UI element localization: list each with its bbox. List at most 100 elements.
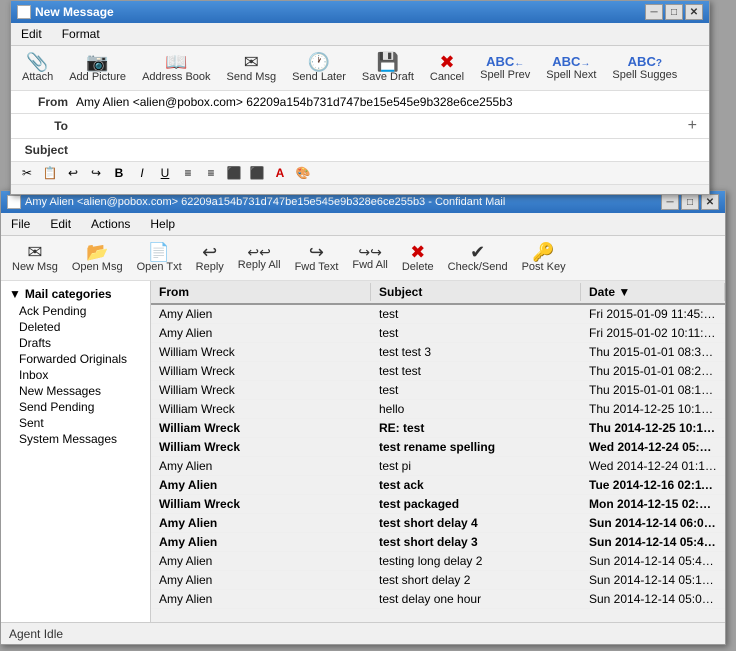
col-header-date[interactable]: Date ▼ [581, 283, 725, 301]
sidebar-item-forwarded-originals[interactable]: Forwarded Originals [1, 351, 150, 367]
send-msg-button[interactable]: ✉ Send Msg [222, 50, 282, 86]
compose-menu-edit[interactable]: Edit [17, 25, 46, 43]
reply-icon: ↩ [202, 243, 217, 261]
subject-input[interactable] [74, 142, 701, 158]
sidebar-item-inbox[interactable]: Inbox [1, 367, 150, 383]
spell-suggest-button[interactable]: ABC? Spell Sugges [607, 52, 682, 84]
email-date: Sun 2014-12-14 05:46:01 PM [581, 533, 725, 551]
email-from: William Wreck [151, 400, 371, 418]
col-header-subject[interactable]: Subject [371, 283, 581, 301]
align-center-btn[interactable]: ≡ [201, 164, 221, 182]
cut-btn[interactable]: ✂ [17, 164, 37, 182]
bold-btn[interactable]: B [109, 164, 129, 182]
reply-all-button[interactable]: ↩↩ Reply All [233, 242, 286, 274]
italic-btn[interactable]: I [132, 164, 152, 182]
compose-menu-format[interactable]: Format [58, 25, 104, 43]
open-txt-button[interactable]: 📄 Open Txt [132, 240, 187, 276]
to-plus-btn[interactable]: + [684, 117, 701, 135]
email-subject: hello [371, 400, 581, 418]
main-close-btn[interactable]: ✕ [701, 194, 719, 210]
main-minimize-btn[interactable]: ─ [661, 194, 679, 210]
main-menu-actions[interactable]: Actions [87, 215, 134, 233]
from-label: From [19, 95, 74, 109]
col-header-date-label: Date ▼ [589, 285, 630, 299]
new-msg-button[interactable]: ✉ New Msg [7, 240, 63, 276]
email-row[interactable]: William Wreck test Thu 2015-01-01 08:10:… [151, 381, 725, 400]
to-label: To [19, 119, 74, 133]
cancel-button[interactable]: ✖ Cancel [425, 50, 469, 86]
compose-close-btn[interactable]: ✕ [685, 4, 703, 20]
fwd-all-label: Fwd All [352, 259, 387, 271]
to-input[interactable] [74, 118, 684, 134]
email-date: Sun 2014-12-14 05:42:58 PM [581, 552, 725, 570]
check-send-icon: ✔ [470, 243, 485, 261]
main-maximize-btn[interactable]: □ [681, 194, 699, 210]
email-row[interactable]: Amy Alien test short delay 3 Sun 2014-12… [151, 533, 725, 552]
save-draft-button[interactable]: 💾 Save Draft [357, 50, 419, 86]
address-book-button[interactable]: 📖 Address Book [137, 50, 215, 86]
main-title-controls: ─ □ ✕ [661, 194, 719, 210]
email-date: Wed 2014-12-24 05:47:27 PM [581, 438, 725, 456]
sidebar-collapse-icon[interactable]: ▼ [9, 287, 21, 301]
email-subject: testing long delay 2 [371, 552, 581, 570]
email-row[interactable]: Amy Alien testing long delay 2 Sun 2014-… [151, 552, 725, 571]
fwd-text-button[interactable]: ↪ Fwd Text [290, 240, 344, 276]
sidebar-item-ack-pending[interactable]: Ack Pending [1, 303, 150, 319]
outdent-btn[interactable]: ⬛ [247, 164, 267, 182]
email-row[interactable]: Amy Alien test short delay 2 Sun 2014-12… [151, 571, 725, 590]
email-subject: test pi [371, 457, 581, 475]
compose-maximize-btn[interactable]: □ [665, 4, 683, 20]
main-menu-file[interactable]: File [7, 215, 34, 233]
email-date: Fri 2015-01-02 10:11:51 PM [581, 324, 725, 342]
spell-next-button[interactable]: ABC→ Spell Next [541, 52, 601, 84]
email-row[interactable]: William Wreck test packaged Mon 2014-12-… [151, 495, 725, 514]
email-row[interactable]: Amy Alien test Fri 2015-01-09 11:45:35 A… [151, 305, 725, 324]
add-picture-button[interactable]: 📷 Add Picture [64, 50, 131, 86]
delete-button[interactable]: ✖ Delete [397, 240, 439, 276]
send-later-button[interactable]: 🕐 Send Later [287, 50, 351, 86]
undo-btn[interactable]: ↩ [63, 164, 83, 182]
font-color-btn[interactable]: A [270, 164, 290, 182]
compose-minimize-btn[interactable]: ─ [645, 4, 663, 20]
email-subject: test ack [371, 476, 581, 494]
email-row[interactable]: William Wreck test rename spelling Wed 2… [151, 438, 725, 457]
copy-btn[interactable]: 📋 [40, 164, 60, 182]
sidebar-item-send-pending[interactable]: Send Pending [1, 399, 150, 415]
redo-btn[interactable]: ↪ [86, 164, 106, 182]
fwd-all-button[interactable]: ↪↪ Fwd All [347, 242, 392, 274]
from-input[interactable] [74, 94, 701, 110]
post-key-button[interactable]: 🔑 Post Key [517, 240, 571, 276]
email-row[interactable]: William Wreck test test Thu 2015-01-01 0… [151, 362, 725, 381]
open-msg-button[interactable]: 📂 Open Msg [67, 240, 128, 276]
email-row[interactable]: William Wreck test test 3 Thu 2015-01-01… [151, 343, 725, 362]
col-header-from[interactable]: From [151, 283, 371, 301]
sidebar-item-drafts[interactable]: Drafts [1, 335, 150, 351]
reply-button[interactable]: ↩ Reply [191, 240, 229, 276]
spell-prev-button[interactable]: ABC← Spell Prev [475, 52, 535, 84]
email-row[interactable]: Amy Alien test short delay 4 Sun 2014-12… [151, 514, 725, 533]
email-row[interactable]: William Wreck hello Thu 2014-12-25 10:17… [151, 400, 725, 419]
email-row[interactable]: Amy Alien test ack Tue 2014-12-16 02:11:… [151, 476, 725, 495]
open-msg-icon: 📂 [86, 243, 108, 261]
sidebar-item-sent[interactable]: Sent [1, 415, 150, 431]
email-row[interactable]: Amy Alien test Fri 2015-01-02 10:11:51 P… [151, 324, 725, 343]
main-menu-help[interactable]: Help [146, 215, 179, 233]
main-menu-edit[interactable]: Edit [46, 215, 75, 233]
sidebar-item-system-messages[interactable]: System Messages [1, 431, 150, 447]
indent-btn[interactable]: ⬛ [224, 164, 244, 182]
underline-btn[interactable]: U [155, 164, 175, 182]
sidebar-item-deleted[interactable]: Deleted [1, 319, 150, 335]
sidebar-item-new-messages[interactable]: New Messages [1, 383, 150, 399]
align-left-btn[interactable]: ≡ [178, 164, 198, 182]
check-send-button[interactable]: ✔ Check/Send [443, 240, 513, 276]
post-key-label: Post Key [522, 261, 566, 273]
highlight-btn[interactable]: 🎨 [293, 164, 313, 182]
attach-button[interactable]: 📎 Attach [17, 50, 58, 86]
compose-window: ✉ New Message ─ □ ✕ Edit Format 📎 Attach… [10, 0, 710, 195]
email-row[interactable]: Amy Alien test pi Wed 2014-12-24 01:14:1… [151, 457, 725, 476]
email-row[interactable]: Amy Alien test delay one hour Sun 2014-1… [151, 590, 725, 609]
email-row[interactable]: William Wreck RE: test Thu 2014-12-25 10… [151, 419, 725, 438]
email-subject: test test [371, 362, 581, 380]
email-from: Amy Alien [151, 571, 371, 589]
main-title-left: ✉ Amy Alien <alien@pobox.com> 62209a154b… [7, 195, 505, 209]
